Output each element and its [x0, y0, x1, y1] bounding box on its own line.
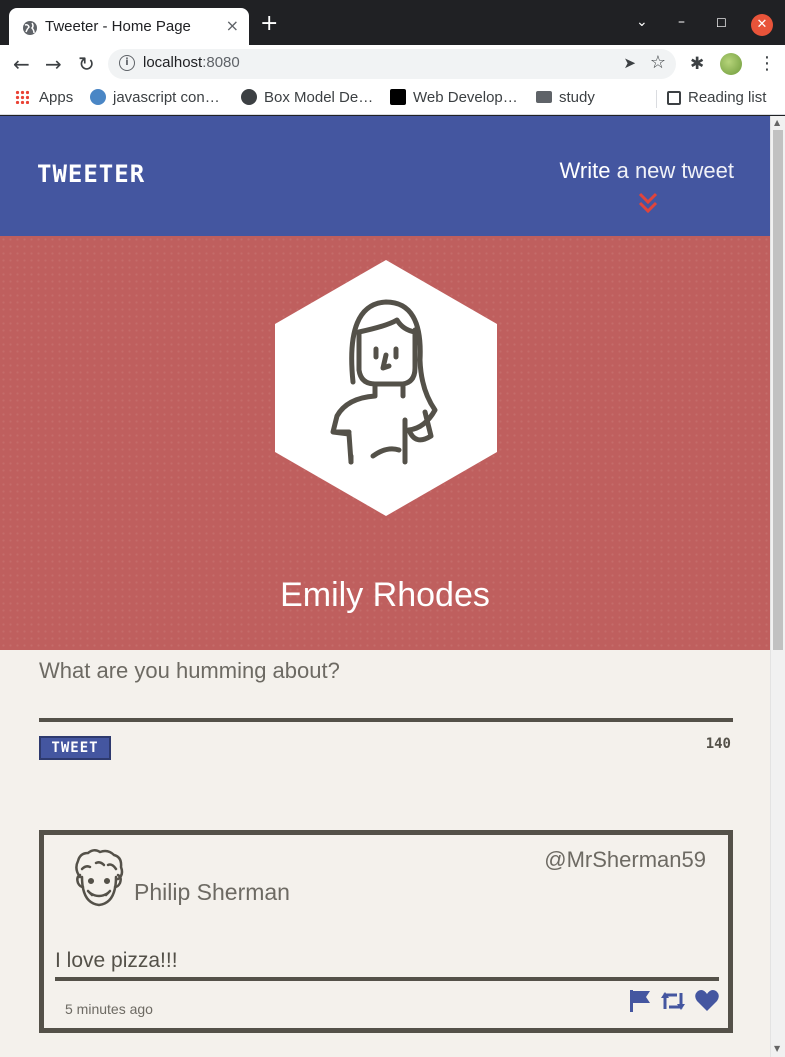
scroll-down-icon[interactable]: ▼ [774, 1044, 780, 1053]
retweet-icon[interactable] [659, 989, 687, 1013]
tweet-author-handle: @MrSherman59 [544, 847, 706, 872]
browser-menu-icon[interactable]: ⋮ [758, 53, 776, 74]
tweet-card: Philip Sherman @MrSherman59 I love pizza… [39, 830, 733, 1033]
reading-list-button[interactable]: Reading list [667, 89, 766, 106]
top-nav: TWEETER Write a new tweet [0, 116, 770, 236]
tweet-timestamp: 5 minutes ago [65, 1001, 153, 1017]
reload-icon[interactable]: ↻ [78, 52, 95, 76]
maximize-icon[interactable]: ☐ [716, 16, 727, 30]
user-avatar-icon [75, 849, 124, 907]
browser-tabstrip: Tweeter - Home Page × + ⌄ – ☐ ✕ [0, 0, 785, 46]
char-counter: 140 [705, 736, 731, 752]
heart-icon[interactable] [694, 989, 720, 1013]
url-text[interactable]: localhost:8080 [143, 54, 240, 71]
send-tab-icon[interactable]: ➤ [623, 54, 636, 72]
bookmark-folder-study[interactable]: study [536, 89, 595, 106]
double-chevron-down-icon[interactable] [637, 191, 659, 215]
flag-icon[interactable] [628, 989, 652, 1013]
scroll-up-icon[interactable]: ▲ [774, 118, 780, 127]
tab-search-icon[interactable]: ⌄ [636, 14, 648, 30]
new-tweet-form: TWEET 140 [39, 650, 733, 760]
tab-title: Tweeter - Home Page [45, 18, 191, 35]
medium-icon [390, 89, 406, 105]
tweet-actions [626, 989, 720, 1017]
bookmark-web-develop[interactable]: Web Develop… [390, 89, 518, 106]
tweet-textarea[interactable] [39, 650, 733, 722]
profile-name: Emily Rhodes [280, 576, 490, 614]
tweet-author-name: Philip Sherman [134, 879, 290, 905]
back-icon[interactable]: ← [13, 52, 30, 76]
profile-header: Emily Rhodes [0, 236, 770, 650]
profile-avatar-icon [275, 260, 497, 516]
scrollbar-thumb[interactable] [773, 130, 783, 650]
page-scrollbar[interactable]: ▲ ▼ [770, 116, 785, 1057]
minimize-icon[interactable]: – [678, 14, 685, 30]
extensions-icon[interactable]: ✱ [690, 54, 704, 74]
bookmark-box-model[interactable]: Box Model De… [241, 89, 373, 106]
bookmarks-bar: Apps javascript con… Box Model De… Web D… [0, 83, 785, 115]
compose-toggle[interactable]: Write a new tweet [560, 158, 734, 184]
brand-logo[interactable]: TWEETER [37, 160, 145, 188]
site-favicon-icon [90, 89, 106, 105]
browser-toolbar: ← → ↻ i localhost:8080 ➤ ☆ ✱ ⋮ [0, 45, 785, 83]
tab-close-icon[interactable]: × [226, 16, 239, 35]
reading-list-icon [667, 91, 681, 105]
globe-icon [23, 21, 37, 35]
bookmark-javascript[interactable]: javascript con… [90, 89, 220, 106]
globe-icon [241, 89, 257, 105]
bookmark-apps[interactable]: Apps [15, 89, 73, 106]
folder-icon [536, 91, 552, 103]
address-bar[interactable]: i localhost:8080 ➤ ☆ [108, 49, 676, 79]
site-info-icon[interactable]: i [119, 55, 135, 71]
apps-grid-icon [15, 90, 29, 104]
bookmarks-separator [656, 90, 657, 108]
tweet-submit-button[interactable]: TWEET [39, 736, 111, 760]
forward-icon[interactable]: → [45, 52, 62, 76]
new-tab-button[interactable]: + [260, 11, 278, 36]
bookmark-star-icon[interactable]: ☆ [650, 52, 666, 73]
window-close-icon[interactable]: ✕ [751, 14, 773, 36]
page-viewport: TWEETER Write a new tweet Emily Rhodes W… [0, 116, 770, 1057]
compose-rest-label: a new tweet [610, 158, 734, 183]
compose-write-label: Write [559, 158, 611, 183]
browser-tab[interactable]: Tweeter - Home Page × [9, 8, 249, 46]
tweet-content: I love pizza!!! [55, 949, 719, 981]
profile-avatar[interactable] [720, 53, 742, 75]
